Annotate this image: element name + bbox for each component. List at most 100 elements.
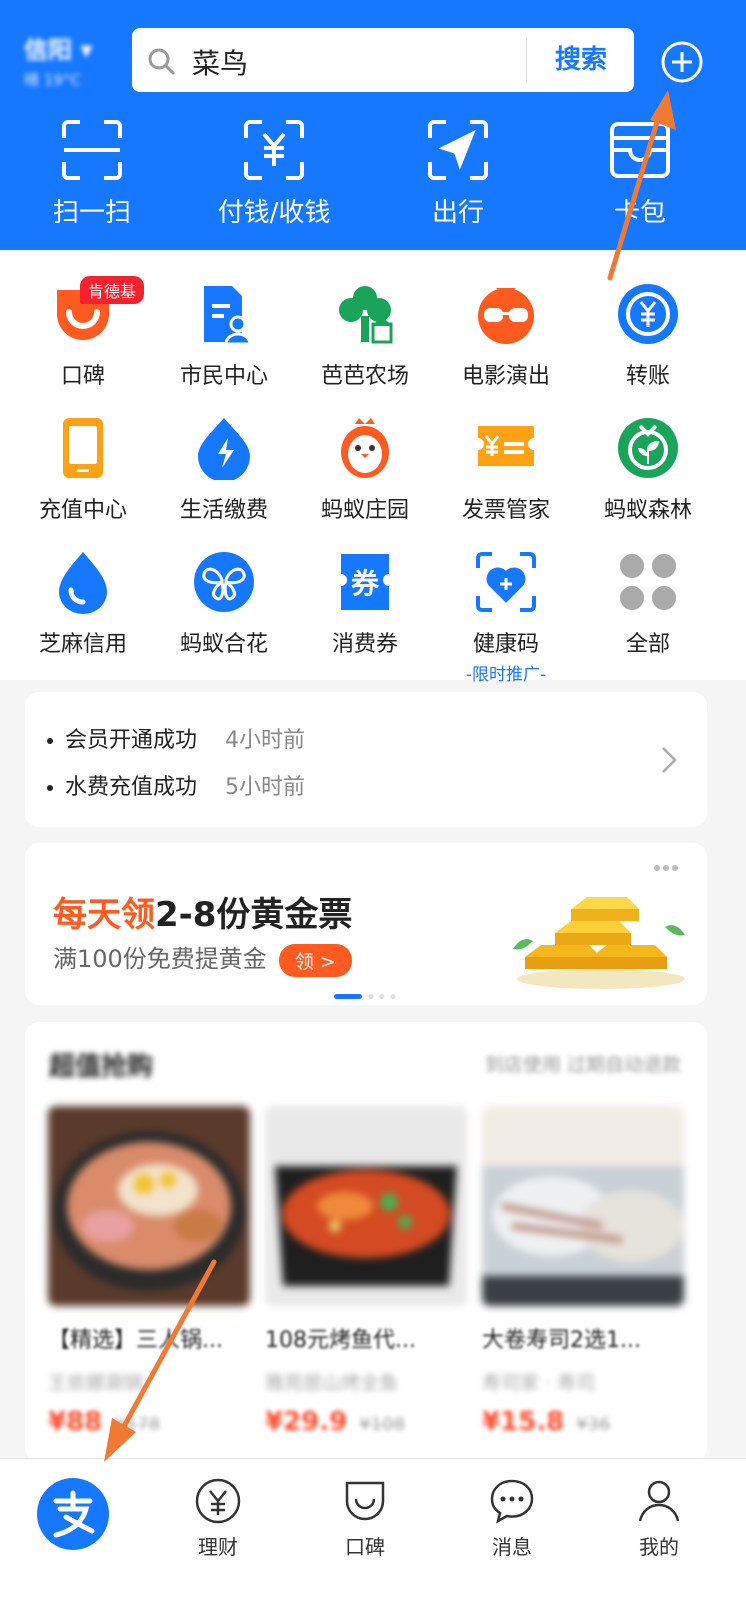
topnav-card[interactable]: 卡包: [560, 118, 720, 229]
coupon-icon: 券: [333, 550, 397, 614]
app-coupon-label: 消费券: [331, 632, 398, 657]
search-input[interactable]: 菜鸟: [192, 42, 248, 82]
app-transfer-label: 转账: [625, 364, 670, 389]
notification-time: 4小时前: [225, 728, 306, 753]
app-sesame-credit[interactable]: 芝麻信用: [13, 550, 153, 658]
huabei-icon: [192, 550, 256, 614]
gold-banner-card[interactable]: 每天领2-8份黄金票 满100份免费提黄金领 >: [25, 843, 707, 1005]
banner-title-rest: 2-8份黄金票: [155, 895, 353, 935]
transfer-icon: [616, 282, 680, 346]
bullet-dot: [47, 785, 53, 791]
deals-title: 超值抢购: [49, 1052, 154, 1082]
profile-icon: [635, 1480, 683, 1529]
claim-button[interactable]: 领 >: [278, 943, 352, 977]
notification-card[interactable]: 会员开通成功 4小时前 水费充值成功 5小时前: [25, 692, 707, 827]
tab-finance[interactable]: 理财: [163, 1477, 273, 1560]
weather-text: 晴 19°C: [24, 71, 81, 89]
app-all[interactable]: 全部: [578, 550, 718, 658]
tab-messages-label: 消息: [492, 1535, 532, 1559]
alipay-home-icon: [36, 1478, 110, 1555]
app-movie[interactable]: 电影演出: [436, 282, 576, 390]
kfc-badge: 肯德基: [80, 276, 145, 304]
app-koubei-label: 口碑: [60, 364, 105, 389]
deal-price: ¥15.8: [482, 1407, 565, 1437]
banner-subtitle: 满100份免费提黄金: [53, 945, 267, 973]
ant-manor-icon: [333, 416, 397, 480]
city-name: 信阳: [24, 36, 72, 64]
app-utility-bill[interactable]: 生活缴费: [154, 416, 294, 524]
deal-price: ¥29.9: [265, 1407, 348, 1437]
deal-item[interactable]: 108元烤鱼代... 雅苑居山烤全鱼 ¥29.9 ¥108: [265, 1106, 467, 1437]
card-wallet-icon: [608, 122, 672, 186]
app-utility-bill-label: 生活缴费: [179, 498, 268, 523]
bullet-dot: [47, 738, 53, 744]
deal-name: 【精选】三人锅...: [48, 1328, 223, 1353]
deal-price: ¥88: [48, 1407, 103, 1437]
tab-home[interactable]: [18, 1477, 128, 1555]
notification-text: 会员开通成功: [65, 728, 198, 753]
tab-koubei[interactable]: 口碑: [310, 1477, 420, 1560]
search-icon: [146, 46, 176, 80]
sesame-credit-icon: [51, 550, 115, 614]
movie-icon: [474, 282, 538, 346]
app-recharge-label: 充值中心: [38, 498, 127, 523]
tab-profile[interactable]: 我的: [604, 1477, 714, 1560]
app-ant-forest[interactable]: 蚂蚁森林: [578, 416, 718, 524]
app-all-label: 全部: [625, 632, 670, 657]
deal-shop: 王依娜涮锅: [48, 1372, 144, 1394]
app-invoice[interactable]: 发票管家: [436, 416, 576, 524]
notification-item: 会员开通成功 4小时前: [47, 722, 305, 754]
app-ant-forest-label: 蚂蚁森林: [603, 498, 692, 523]
deal-image-sushi: [482, 1106, 684, 1306]
message-icon: [488, 1479, 536, 1529]
app-coupon[interactable]: 券 消费券: [295, 550, 435, 658]
app-citizen-center-label: 市民中心: [179, 364, 268, 389]
ant-forest-icon: [616, 416, 680, 480]
carousel-indicator: [334, 985, 398, 1004]
search-bar[interactable]: 菜鸟 搜索: [132, 28, 634, 92]
health-code-icon: [474, 550, 538, 614]
topnav-card-label: 卡包: [613, 198, 666, 228]
deal-image-grilled-fish: [265, 1106, 467, 1306]
utility-bill-icon: [192, 416, 256, 482]
topnav-scan[interactable]: 扫一扫: [12, 118, 172, 229]
search-button[interactable]: 搜索: [528, 28, 634, 92]
topnav-pay[interactable]: 付钱/收钱: [194, 118, 354, 229]
baba-farm-icon: [333, 282, 397, 346]
deal-original-price: ¥108: [359, 1414, 406, 1435]
scan-icon: [60, 120, 124, 186]
more-dots-icon[interactable]: [653, 857, 679, 876]
add-plus-icon[interactable]: [660, 40, 704, 88]
city-selector[interactable]: 信阳 ▾ 晴 19°C: [24, 30, 92, 90]
app-invoice-label: 发票管家: [461, 498, 550, 523]
tab-profile-label: 我的: [639, 1535, 679, 1559]
app-huabei-label: 蚂蚁合花: [179, 632, 268, 657]
app-health-code-label: 健康码: [472, 632, 539, 657]
deal-price-row: ¥15.8 ¥36: [482, 1407, 684, 1437]
deal-item[interactable]: 【精选】三人锅... 王依娜涮锅 ¥88 ¥178: [48, 1106, 250, 1437]
app-recharge[interactable]: 充值中心: [13, 416, 153, 524]
notification-text: 水费充值成功: [65, 775, 198, 800]
koubei-tab-icon: [341, 1481, 389, 1529]
travel-icon: [426, 120, 490, 186]
app-ant-manor[interactable]: 蚂蚁庄园: [295, 416, 435, 524]
finance-icon: [194, 1478, 242, 1529]
tab-messages[interactable]: 消息: [457, 1477, 567, 1560]
app-sesame-credit-label: 芝麻信用: [38, 632, 127, 657]
gold-bars-icon: [509, 883, 689, 997]
app-huabei[interactable]: 蚂蚁合花: [154, 550, 294, 658]
app-baba-farm[interactable]: 芭芭农场: [295, 282, 435, 390]
deal-original-price: ¥36: [576, 1414, 611, 1435]
deal-original-price: ¥178: [114, 1414, 161, 1435]
deals-note: 到店使用 过期自动退款: [484, 1054, 681, 1076]
deal-price-row: ¥29.9 ¥108: [265, 1407, 467, 1437]
topnav-travel[interactable]: 出行: [378, 118, 538, 229]
deal-item[interactable]: 大卷寿司2选1... 寿司家 · 寿司 ¥15.8 ¥36: [482, 1106, 684, 1437]
limited-promo-tag: -限时推广-: [465, 665, 547, 685]
app-baba-farm-label: 芭芭农场: [320, 364, 409, 389]
pay-icon: [242, 120, 306, 186]
app-health-code[interactable]: 健康码 -限时推广-: [436, 550, 576, 685]
app-transfer[interactable]: 转账: [578, 282, 718, 390]
app-citizen-center[interactable]: 市民中心: [154, 282, 294, 390]
chevron-right-icon[interactable]: [661, 746, 677, 778]
